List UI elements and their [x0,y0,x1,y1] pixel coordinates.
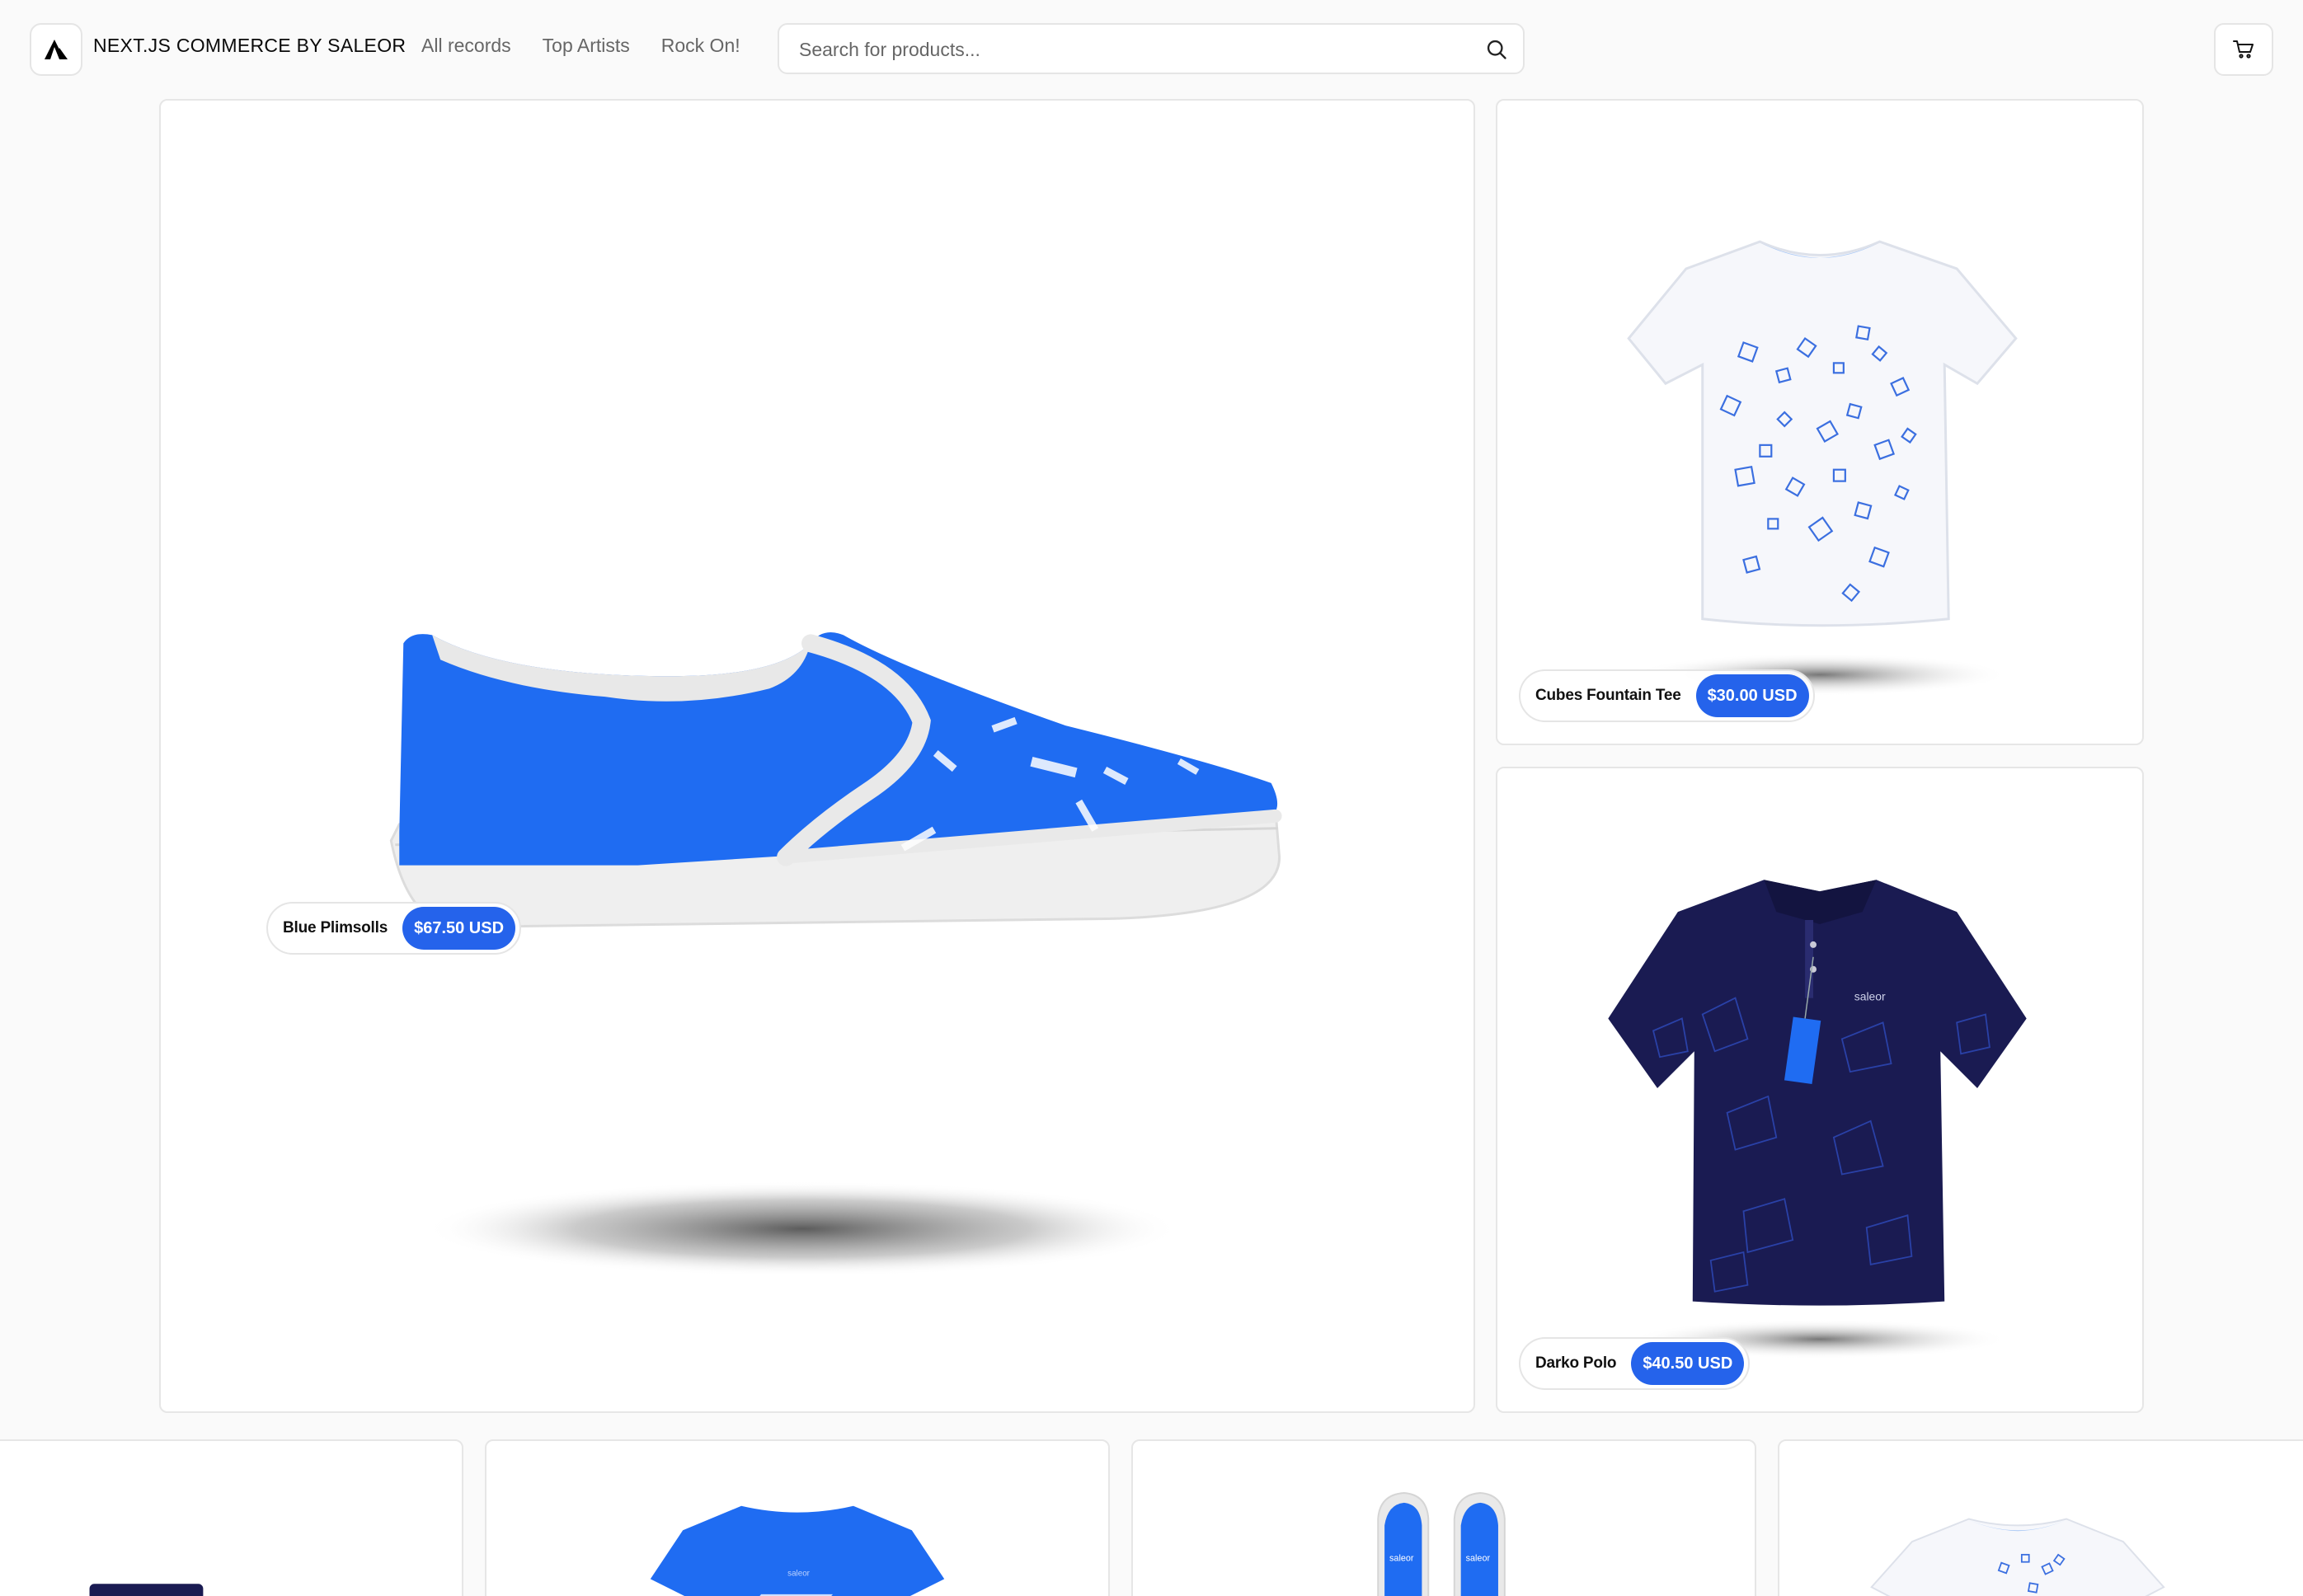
product-image-plimsolls [389,632,1282,1277]
svg-text:saleor: saleor [1466,1554,1491,1564]
search-input[interactable] [799,35,1459,64]
product-label-darko-polo[interactable]: Darko Polo $40.50 USD [1519,1337,1751,1390]
logo-link[interactable] [30,23,82,76]
site-name[interactable]: NEXT.JS COMMERCE BY SALEOR [93,35,406,57]
product-tile-carousel-4[interactable] [1778,1439,2303,1596]
product-image-blue-tee: saleor [650,1505,945,1596]
product-label-blue-plimsolls[interactable]: Blue Plimsolls $67.50 USD [266,902,522,955]
svg-text:saleor: saleor [1854,990,1886,1003]
nav-item-all-records[interactable]: All records [421,35,511,57]
cart-button[interactable] [2214,23,2273,76]
search-box [778,23,1525,74]
product-label-cubes-fountain-tee[interactable]: Cubes Fountain Tee $30.00 USD [1519,669,1815,722]
product-tile-darko-polo[interactable]: saleor Darko Polo $40.50 USD [1496,767,2144,1413]
product-price: $30.00 USD [1695,674,1809,717]
product-image-slippers: saleor saleor [1377,1492,1506,1596]
product-image-mug [89,1584,204,1596]
nav-item-rock-on[interactable]: Rock On! [661,35,740,57]
site-header: NEXT.JS COMMERCE BY SALEOR All records T… [0,0,2303,97]
product-price: $67.50 USD [402,907,516,950]
product-tile-carousel-2[interactable]: saleor [485,1439,1110,1596]
product-price: $40.50 USD [1631,1342,1745,1385]
product-name: Blue Plimsolls [283,919,388,936]
svg-text:saleor: saleor [787,1569,810,1578]
product-tile-carousel-1[interactable] [0,1439,463,1596]
product-image-darko-polo: saleor [1608,880,2027,1359]
cart-icon [2233,40,2254,59]
nav-item-top-artists[interactable]: Top Artists [543,35,630,57]
product-tile-cubes-fountain-tee[interactable]: Cubes Fountain Tee $30.00 USD [1496,99,2144,745]
product-image-cubes-tee [1627,240,2018,697]
product-image-white-tee [1870,1518,2165,1596]
svg-text:saleor: saleor [1389,1554,1414,1564]
product-name: Cubes Fountain Tee [1535,687,1681,704]
product-tile-carousel-3[interactable]: saleor saleor [1131,1439,1756,1596]
logo-triangle-icon [45,40,68,59]
product-name: Darko Polo [1535,1354,1617,1372]
product-tile-blue-plimsolls[interactable]: Blue Plimsolls $67.50 USD [159,99,1475,1413]
search-icon[interactable] [1485,38,1508,61]
main-nav: All records Top Artists Rock On! [421,35,740,57]
